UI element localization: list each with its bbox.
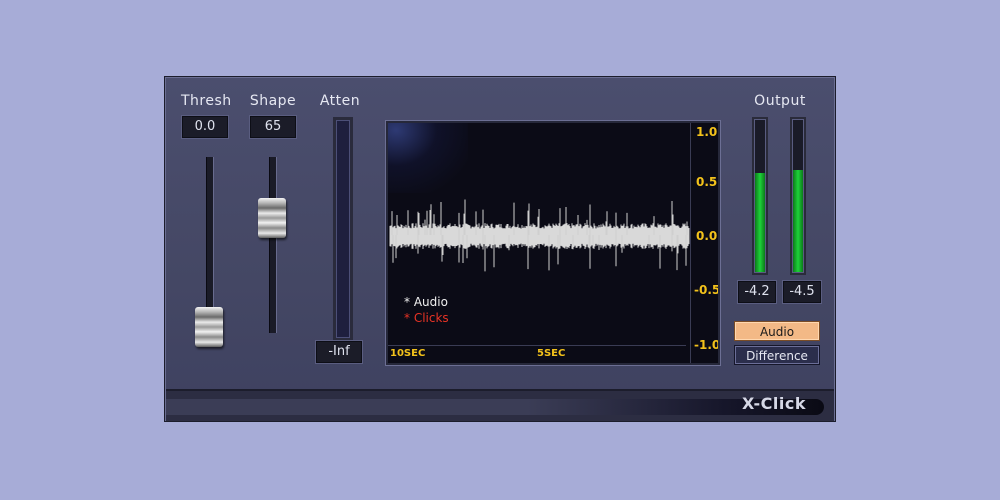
output-meter-right: [790, 117, 806, 275]
footer-gradient: [166, 399, 824, 415]
xclick-plugin-panel: Thresh 0.0 Shape 65 Atten -Inf * Audio *…: [164, 76, 836, 422]
thresh-slider-thumb[interactable]: [195, 307, 223, 347]
thresh-label: Thresh: [181, 93, 232, 109]
footer-bar: X-Click: [166, 389, 834, 421]
shape-value[interactable]: 65: [250, 116, 296, 138]
output-label: Output: [754, 93, 806, 109]
legend-audio: * Audio: [404, 295, 448, 309]
display-right-axis: [690, 123, 691, 363]
output-right-value: -4.5: [783, 281, 821, 303]
waveform-display: * Audio * Clicks 1.0 0.5 0.0 -0.5 -1.0 1…: [386, 121, 720, 365]
atten-label: Atten: [319, 93, 361, 109]
waveform-graph: [389, 199, 690, 272]
y-tick-5: -1.0: [694, 338, 720, 352]
shape-slider-thumb[interactable]: [258, 198, 286, 238]
atten-value: -Inf: [316, 341, 362, 363]
output-meter-left-fill: [755, 173, 765, 272]
thresh-value[interactable]: 0.0: [182, 116, 228, 138]
output-meter-left: [752, 117, 768, 275]
x-tick-10sec: 10SEC: [390, 348, 426, 359]
difference-button[interactable]: Difference: [734, 345, 820, 365]
brand-logo: X-Click: [741, 394, 806, 413]
y-tick-2: 0.5: [696, 175, 718, 189]
x-tick-5sec: 5SEC: [537, 348, 566, 359]
legend-clicks: * Clicks: [404, 311, 449, 325]
y-tick-1: 1.0: [696, 125, 718, 139]
shape-label: Shape: [249, 93, 297, 109]
shape-slider-track[interactable]: [269, 157, 277, 333]
y-tick-3: 0.0: [696, 229, 718, 243]
output-meter-right-fill: [793, 170, 803, 272]
y-tick-4: -0.5: [694, 283, 720, 297]
atten-meter: [333, 117, 353, 341]
output-left-value: -4.2: [738, 281, 776, 303]
audio-button[interactable]: Audio: [734, 321, 820, 341]
display-baseline: [388, 345, 686, 346]
